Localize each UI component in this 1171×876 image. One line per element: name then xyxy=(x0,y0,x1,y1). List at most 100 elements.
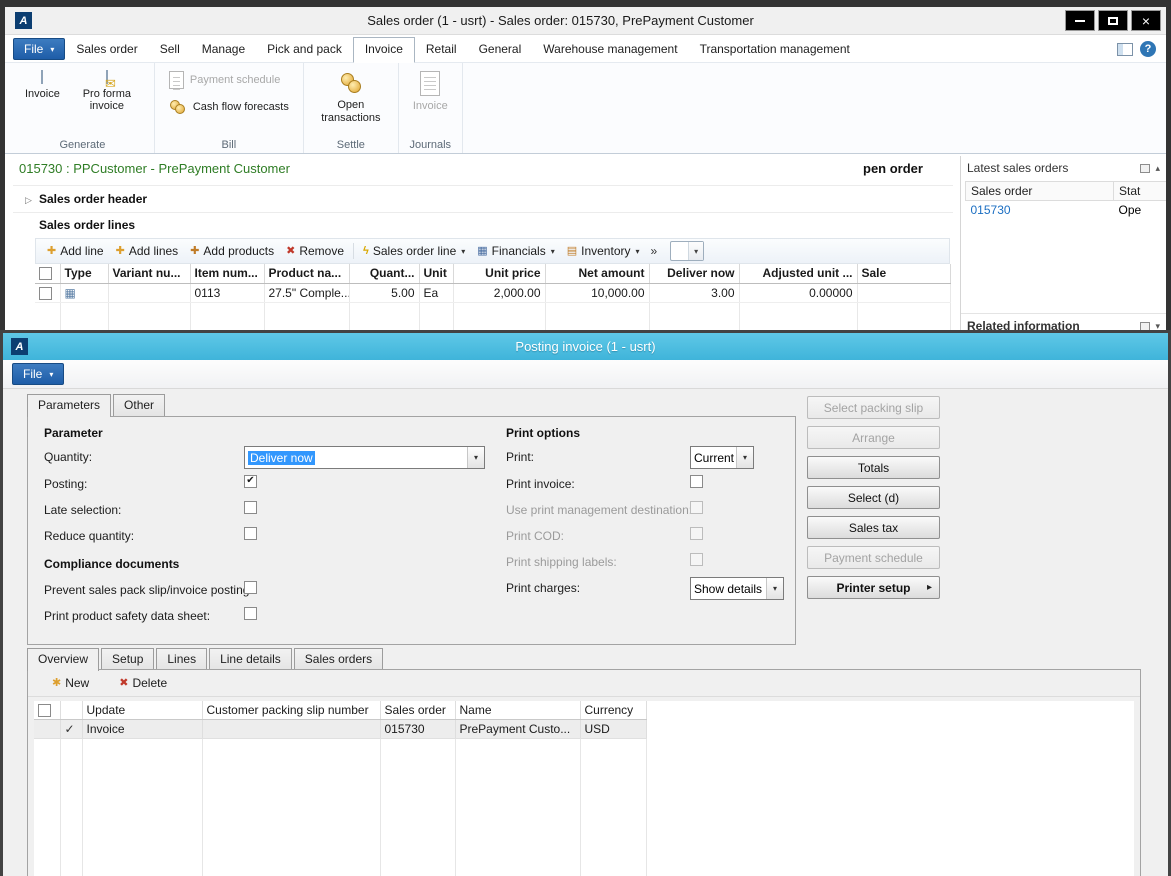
minimize-button[interactable] xyxy=(1065,10,1095,31)
ribbon-tab-warehouse-management[interactable]: Warehouse management xyxy=(532,38,688,62)
row-checkbox[interactable] xyxy=(39,287,52,300)
print-shipping-labels-label: Print shipping labels: xyxy=(506,555,617,569)
column-header-sales-price[interactable]: Sale xyxy=(857,264,950,283)
ribbon-tab-transportation-management[interactable]: Transportation management xyxy=(689,38,861,62)
ribbon-tab-sell[interactable]: Sell xyxy=(149,38,191,62)
column-header-packing-slip-number[interactable]: Customer packing slip number xyxy=(202,701,380,720)
financials-menu[interactable]: ▦Financials▾ xyxy=(471,242,560,260)
overview-grid: Update Customer packing slip number Sale… xyxy=(34,701,647,876)
pro-forma-invoice-button[interactable]: ✉ Pro forma invoice xyxy=(70,69,144,115)
column-header-type[interactable]: Type xyxy=(60,264,108,283)
print-invoice-label: Print invoice: xyxy=(506,477,575,491)
select-all-checkbox[interactable] xyxy=(39,267,52,280)
select-button[interactable]: Select (d) xyxy=(807,486,940,509)
open-transactions-button[interactable]: Open transactions xyxy=(314,69,388,126)
cell-deliver-now: 3.00 xyxy=(649,283,739,302)
column-header-unit-price[interactable]: Unit price xyxy=(453,264,545,283)
ribbon-tab-manage[interactable]: Manage xyxy=(191,38,256,62)
ribbon: Invoice ✉ Pro forma invoice Generate Pay… xyxy=(5,62,1166,154)
dialog-file-menu-label: File xyxy=(23,367,42,381)
help-icon[interactable]: ? xyxy=(1140,41,1156,57)
posting-checkbox[interactable]: ✔ xyxy=(244,475,257,488)
tab-other[interactable]: Other xyxy=(113,394,165,416)
delete-button[interactable]: ✖Delete xyxy=(117,674,169,692)
close-button[interactable]: × xyxy=(1131,10,1161,31)
sales-lines-grid: Type Variant nu... Item num... Product n… xyxy=(35,264,951,336)
layout-icon[interactable] xyxy=(1117,43,1133,56)
dialog-file-menu-button[interactable]: File ▾ xyxy=(12,363,64,385)
chevron-down-icon: ▾ xyxy=(461,247,465,256)
add-lines-button[interactable]: ✚Add lines xyxy=(110,242,185,260)
reduce-quantity-checkbox[interactable] xyxy=(244,527,257,540)
tab-setup[interactable]: Setup xyxy=(101,648,154,670)
late-selection-checkbox[interactable] xyxy=(244,501,257,514)
column-header-product-name[interactable]: Product na... xyxy=(264,264,349,283)
expand-icon[interactable]: ▷ xyxy=(25,195,32,206)
sales-tax-button[interactable]: Sales tax xyxy=(807,516,940,539)
ribbon-tab-sales-order[interactable]: Sales order xyxy=(65,38,148,62)
open-transactions-icon xyxy=(340,71,362,95)
column-header-variant[interactable]: Variant nu... xyxy=(108,264,190,283)
safety-sheet-label: Print product safety data sheet: xyxy=(44,609,210,623)
column-header-update[interactable]: Update xyxy=(82,701,202,720)
print-charges-dropdown[interactable]: Show details ▾ xyxy=(690,577,784,600)
cell-net-amount: 10,000.00 xyxy=(545,283,649,302)
select-all-checkbox[interactable] xyxy=(38,704,51,717)
column-header-name[interactable]: Name xyxy=(455,701,580,720)
posting-invoice-dialog: A Posting invoice (1 - usrt) File ▾ Para… xyxy=(0,330,1171,876)
sales-order-header-section[interactable]: Sales order header xyxy=(39,192,147,206)
cash-flow-forecasts-button[interactable]: Cash flow forecasts xyxy=(165,96,293,118)
new-button[interactable]: ✱New xyxy=(50,674,91,692)
toolbar-view-dropdown[interactable]: ▾ xyxy=(670,241,704,261)
record-title: 015730 : PPCustomer - PrePayment Custome… xyxy=(19,161,290,176)
printer-setup-button[interactable]: Printer setup ▸ xyxy=(807,576,940,599)
invoice-button[interactable]: Invoice xyxy=(21,69,64,102)
cell-adjusted-unit: 0.00000 xyxy=(739,283,857,302)
column-header-quantity[interactable]: Quant... xyxy=(349,264,419,283)
column-header-net-amount[interactable]: Net amount xyxy=(545,264,649,283)
tab-line-details[interactable]: Line details xyxy=(209,648,292,670)
print-dropdown[interactable]: Current ▾ xyxy=(690,446,754,469)
column-header-deliver-now[interactable]: Deliver now xyxy=(649,264,739,283)
column-header-item-number[interactable]: Item num... xyxy=(190,264,264,283)
minimize-icon xyxy=(1075,20,1085,22)
payment-schedule-button: Payment schedule xyxy=(165,69,293,91)
column-header-currency[interactable]: Currency xyxy=(580,701,646,720)
tab-lines[interactable]: Lines xyxy=(156,648,207,670)
totals-button[interactable]: Totals xyxy=(807,456,940,479)
remove-button[interactable]: ✖Remove xyxy=(280,242,350,260)
toolbar-overflow-button[interactable]: » xyxy=(646,242,663,260)
add-products-button[interactable]: ✚Add products xyxy=(184,242,280,260)
ribbon-tab-retail[interactable]: Retail xyxy=(415,38,468,62)
posting-row[interactable]: ✓ Invoice 015730 PrePayment Custo... USD xyxy=(34,720,646,739)
ribbon-tab-invoice[interactable]: Invoice xyxy=(353,37,415,63)
add-line-button[interactable]: ✚Add line xyxy=(41,242,110,260)
ribbon-tab-general[interactable]: General xyxy=(468,38,533,62)
quantity-dropdown[interactable]: Deliver now ▾ xyxy=(244,446,485,469)
sales-order-line-menu[interactable]: ϟSales order line▾ xyxy=(357,242,471,260)
maximize-button[interactable] xyxy=(1098,10,1128,31)
safety-sheet-checkbox[interactable] xyxy=(244,607,257,620)
sales-line-row[interactable]: ▦ 0113 27.5" Comple... 5.00 Ea 2,000.00 … xyxy=(35,283,950,302)
cell-sales-order: 015730 xyxy=(380,720,455,739)
tab-parameters[interactable]: Parameters xyxy=(27,394,111,417)
sales-order-link[interactable]: 015730 xyxy=(971,203,1011,217)
tab-overview[interactable]: Overview xyxy=(27,648,99,671)
column-header-unit[interactable]: Unit xyxy=(419,264,453,283)
print-invoice-checkbox[interactable] xyxy=(690,475,703,488)
column-header-sales-order[interactable]: Sales order xyxy=(380,701,455,720)
popout-icon[interactable] xyxy=(1140,164,1150,173)
latest-sales-orders-header[interactable]: Latest sales orders ▴ xyxy=(961,156,1166,178)
ribbon-tab-pick-and-pack[interactable]: Pick and pack xyxy=(256,38,353,62)
grid-header-row: Type Variant nu... Item num... Product n… xyxy=(35,264,950,283)
latest-order-row[interactable]: 015730 Ope xyxy=(966,201,1167,220)
posting-label: Posting: xyxy=(44,477,87,491)
collapse-up-icon[interactable]: ▴ xyxy=(1155,163,1160,174)
add-line-icon: ✚ xyxy=(47,246,56,257)
column-header-adjusted-unit[interactable]: Adjusted unit ... xyxy=(739,264,857,283)
file-menu-button[interactable]: File ▾ xyxy=(13,38,65,60)
inventory-menu[interactable]: ▤Inventory▾ xyxy=(561,242,646,260)
prevent-posting-checkbox[interactable] xyxy=(244,581,257,594)
financials-label: Financials xyxy=(492,244,546,258)
tab-sales-orders[interactable]: Sales orders xyxy=(294,648,383,670)
